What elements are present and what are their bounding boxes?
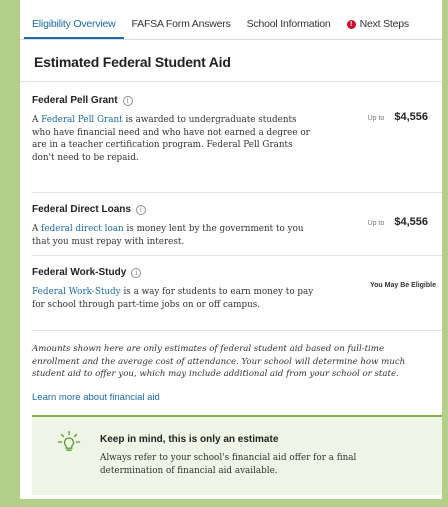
alert-icon: ! [346,20,356,29]
tab-bar: Eligibility Overview FAFSA Form Answers … [20,0,442,40]
eligibility-status: You May Be Eligible [370,282,436,289]
divider [32,255,442,256]
tab-label: FAFSA Form Answers [131,18,231,30]
pell-grant-section: Federal Pell Grant i A Federal Pell Grant… [32,95,442,164]
section-heading: Federal Pell Grant [32,95,118,106]
text-before: A [32,115,42,125]
pell-grant-amount: Up to $4,556 [368,111,428,123]
info-icon[interactable]: i [122,95,133,106]
up-to-label: Up to [367,220,385,227]
estimate-note-title: Keep in mind, this is only an estimate [100,434,279,445]
pell-grant-link[interactable]: Federal Pell Grant [41,115,123,125]
aid-card: Estimated Federal Student Aid Federal Pe… [20,40,442,499]
direct-loan-link[interactable]: federal direct loan [41,224,124,234]
info-icon[interactable]: i [135,204,146,215]
page-title: Estimated Federal Student Aid [20,40,442,82]
section-heading: Federal Work-Study [32,267,127,278]
estimate-disclaimer: Amounts shown here are only estimates of… [32,344,406,379]
tab-label: Next Steps [359,18,410,30]
section-description: A Federal Pell Grant is awarded to under… [32,114,317,164]
section-description: A federal direct loan is money lent by t… [32,223,317,248]
tab-fafsa-form-answers[interactable]: FAFSA Form Answers [124,0,239,39]
divider [32,330,442,331]
amount-value: $4,556 [394,111,428,123]
tab-school-information[interactable]: School Information [239,0,339,39]
amount-value: $4,556 [394,216,428,228]
tab-label: Eligibility Overview [32,18,116,30]
estimate-note: Keep in mind, this is only an estimate A… [32,415,442,495]
tab-label: School Information [246,18,331,30]
section-description: Federal Work-Study is a way for students… [32,286,317,311]
direct-loans-section: Federal Direct Loans i A federal direct l… [32,204,442,248]
direct-loan-amount: Up to $4,556 [368,216,428,228]
up-to-label: Up to [367,115,385,122]
work-study-section: Federal Work-Study i Federal Work-Study i… [32,267,442,311]
tab-next-steps[interactable]: ! Next Steps [339,0,417,39]
learn-more-link[interactable]: Learn more about financial aid [32,392,160,403]
section-heading: Federal Direct Loans [32,204,131,215]
estimate-note-text: Always refer to your school's financial … [100,453,357,476]
info-icon[interactable]: i [131,267,142,278]
text-before: A [32,224,42,234]
work-study-link[interactable]: Federal Work-Study [32,287,121,297]
lightbulb-icon [57,430,81,451]
tab-eligibility-overview[interactable]: Eligibility Overview [24,0,124,39]
divider [32,192,442,193]
